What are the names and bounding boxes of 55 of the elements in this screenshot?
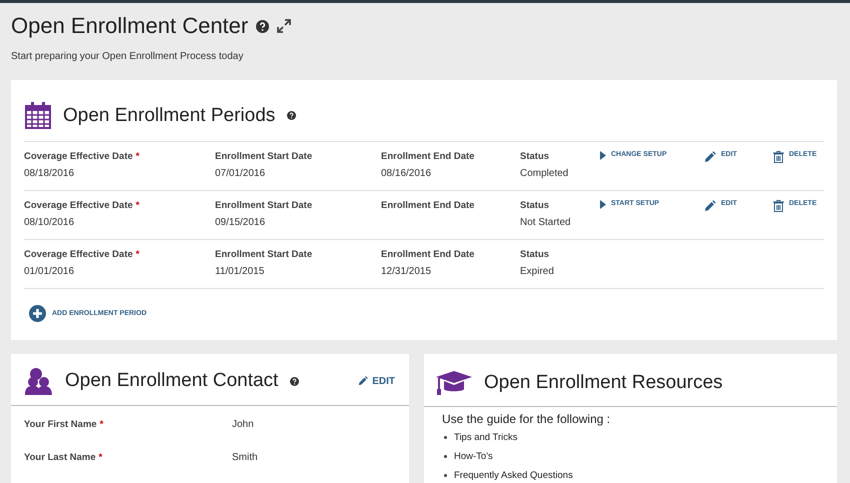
bullet-icon — [444, 455, 447, 458]
field-value: 12/31/2015 — [381, 266, 432, 277]
pencil-icon — [704, 200, 716, 212]
field-value: Expired — [520, 266, 555, 277]
bullet-icon — [444, 436, 447, 439]
page-title: Open Enrollment Center — [11, 13, 248, 39]
page-subtitle: Start preparing your Open Enrollment Process today — [11, 51, 244, 62]
field-label: Status — [520, 200, 550, 211]
pencil-icon — [704, 151, 716, 163]
field-value: John — [232, 419, 255, 430]
calendar-icon — [25, 102, 51, 129]
section-title: Open Enrollment Periods — [63, 104, 276, 126]
play-icon — [600, 200, 606, 209]
field-label: Status — [520, 249, 550, 260]
field-label: Your First Name * — [24, 419, 104, 430]
field-label: Coverage Effective Date * — [24, 200, 140, 211]
field-label: Enrollment Start Date — [215, 200, 314, 211]
list-item: How-To's — [454, 451, 493, 462]
pencil-icon — [358, 376, 368, 386]
help-icon[interactable] — [290, 376, 300, 386]
play-icon — [600, 151, 606, 160]
people-icon — [25, 367, 53, 395]
intro-text: Use the guide for the following : — [441, 411, 612, 428]
field-label: Enrollment Start Date — [215, 249, 314, 260]
help-icon[interactable] — [287, 111, 296, 120]
field-label: Enrollment End Date — [381, 151, 476, 162]
field-value: Smith — [232, 452, 259, 463]
list-item: Tips and Tricks — [454, 432, 518, 443]
field-value: 08/18/2016 — [24, 168, 76, 179]
field-value: Not Started — [520, 217, 572, 228]
edit-link[interactable]: EDIT — [358, 376, 395, 386]
graduation-cap-icon — [436, 371, 472, 395]
field-label: Coverage Effective Date * — [24, 249, 140, 260]
field-value: Completed — [520, 168, 570, 179]
help-icon[interactable] — [256, 20, 270, 32]
field-label: Enrollment End Date — [381, 200, 476, 211]
field-label: Your Last Name * — [24, 452, 104, 463]
plus-circle-icon — [29, 305, 46, 322]
field-value: 08/16/2016 — [381, 168, 432, 179]
field-label: Status — [520, 151, 550, 162]
bullet-icon — [444, 474, 447, 477]
section-title: Open Enrollment Resources — [484, 372, 723, 394]
field-value: 07/01/2016 — [215, 168, 266, 179]
expand-icon[interactable] — [277, 19, 292, 33]
trash-icon — [773, 200, 784, 212]
field-value: 08/10/2016 — [24, 217, 76, 228]
field-value: 11/01/2015 — [215, 266, 266, 277]
field-label: Enrollment Start Date — [215, 151, 314, 162]
field-label: Coverage Effective Date * — [24, 151, 140, 162]
list-item: Frequently Asked Questions — [454, 470, 573, 481]
trash-icon — [773, 151, 784, 163]
field-value: 09/15/2016 — [215, 217, 266, 228]
section-title: Open Enrollment Contact — [65, 370, 278, 392]
field-label: Enrollment End Date — [381, 249, 476, 260]
field-value: 01/01/2016 — [24, 266, 76, 277]
